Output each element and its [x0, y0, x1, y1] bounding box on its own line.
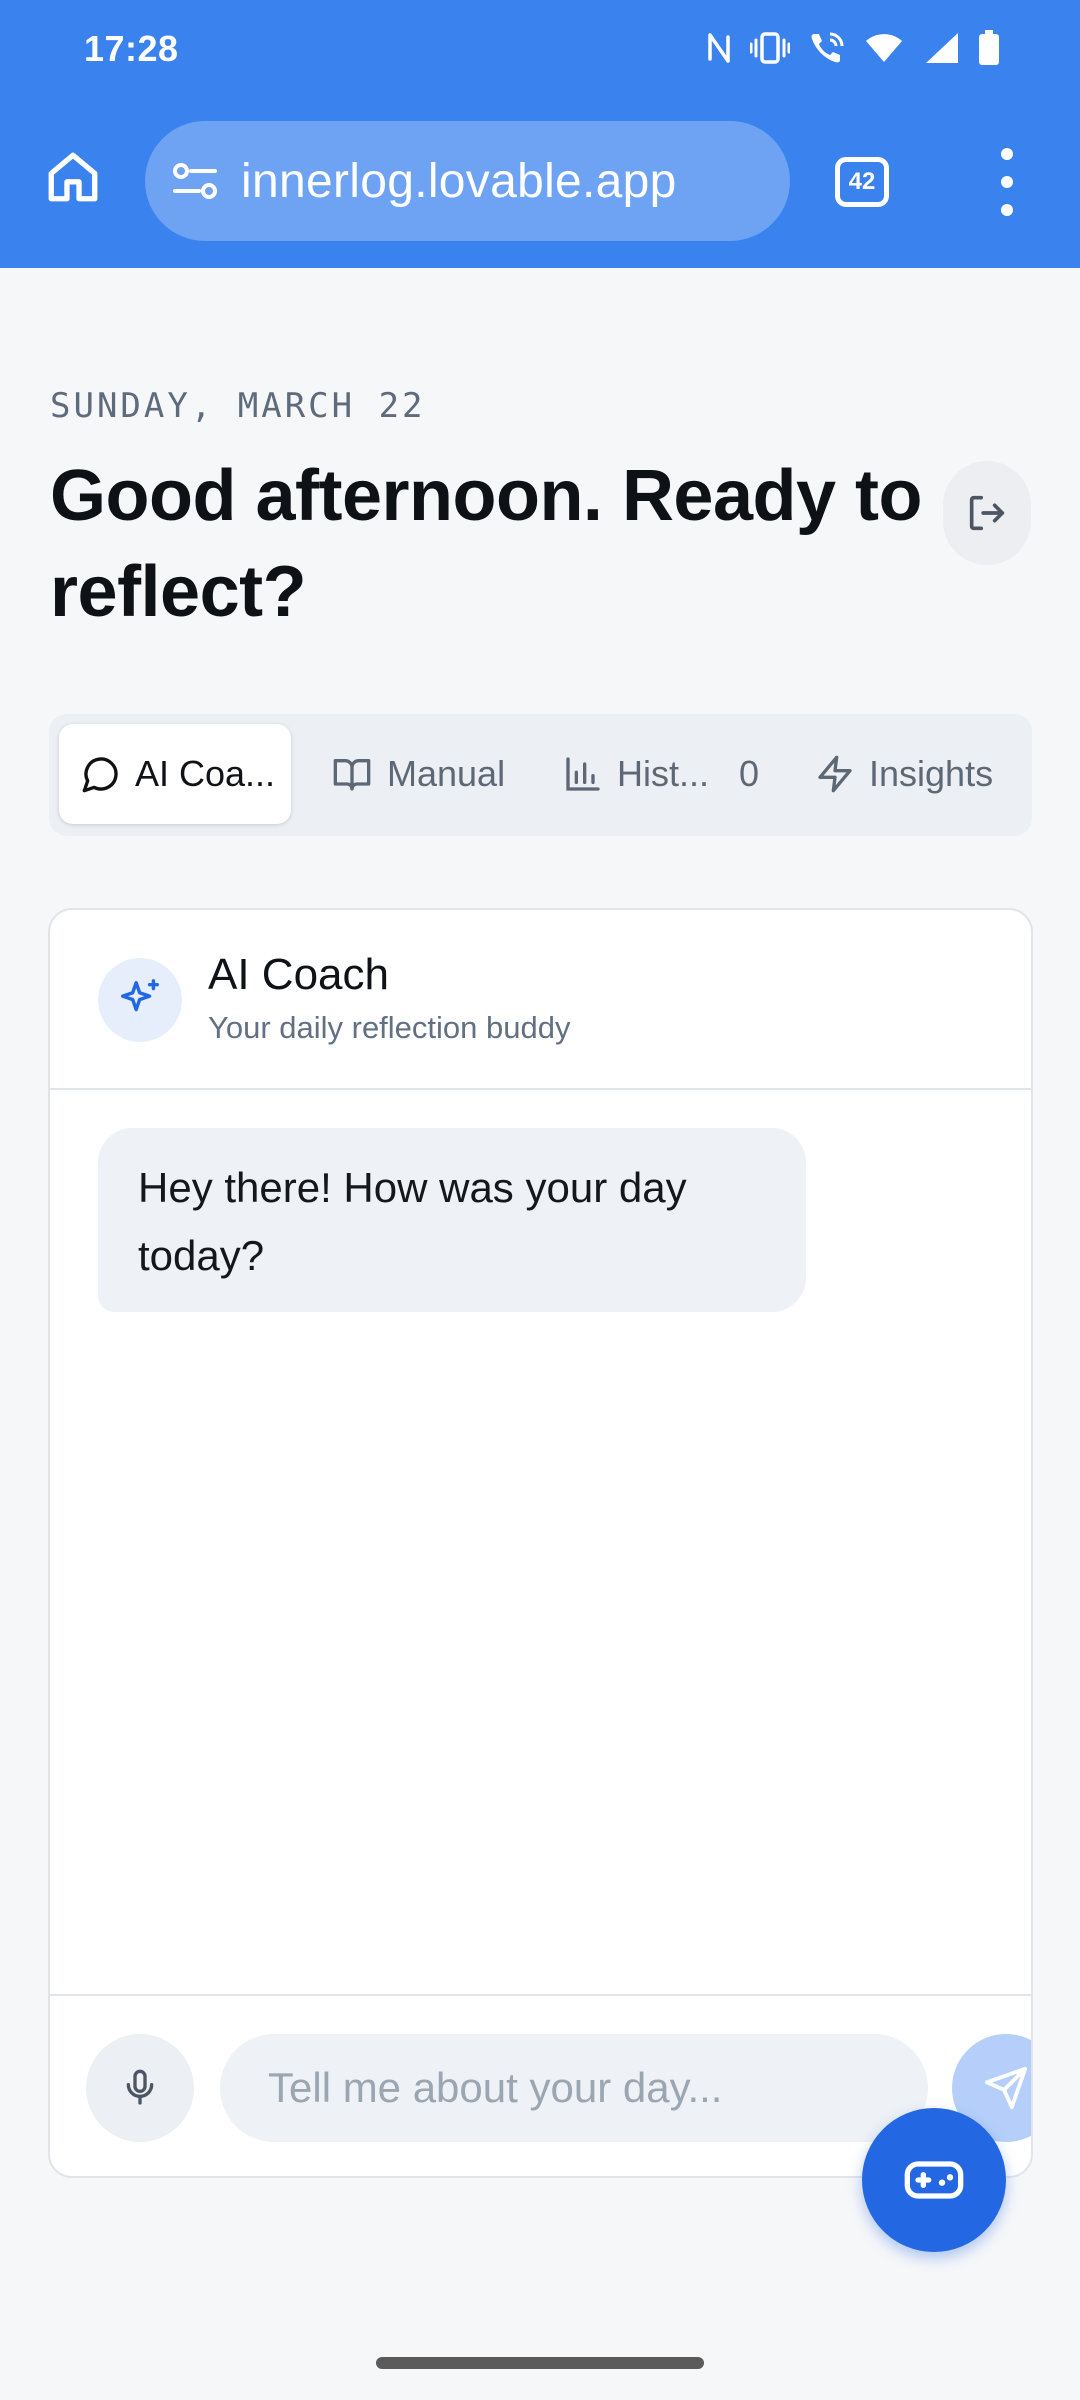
signal-icon	[922, 31, 960, 65]
coach-header: AI Coach Your daily reflection buddy	[50, 910, 1031, 1090]
status-time: 17:28	[84, 28, 179, 69]
tab-count: 42	[848, 168, 876, 195]
coach-subtitle: Your daily reflection buddy	[208, 1010, 571, 1045]
home-icon	[48, 152, 98, 202]
browser-home-button[interactable]	[38, 142, 108, 212]
tab-label: Insights	[869, 753, 994, 794]
zap-icon	[818, 755, 852, 793]
message-circle-icon	[82, 757, 118, 793]
tab-manual[interactable]: Manual	[331, 724, 505, 824]
book-open-icon	[333, 759, 371, 791]
tab-insights[interactable]: Insights	[815, 724, 993, 824]
browser-menu-button[interactable]	[990, 148, 1024, 216]
coach-avatar	[98, 958, 182, 1042]
sparkles-icon	[121, 979, 159, 1012]
message-input[interactable]	[220, 2034, 928, 2142]
site-settings-button[interactable]	[167, 153, 223, 209]
address-bar[interactable]: innerlog.lovable.app	[145, 121, 790, 241]
coach-title: AI Coach	[208, 950, 389, 999]
mode-tabs: AI Coa... Manual Hist... 0 Insights	[49, 714, 1032, 836]
url-text[interactable]: innerlog.lovable.app	[241, 154, 677, 209]
battery-icon	[978, 30, 1000, 66]
browser-chrome: 17:28 innerlog.lovable.app 42	[0, 0, 1080, 268]
mic-icon	[126, 2069, 154, 2105]
tab-label: AI Coa...	[135, 753, 276, 794]
tab-switcher-button[interactable]: 42	[835, 157, 889, 207]
coach-message-bubble: Hey there! How was your day today?	[98, 1128, 806, 1312]
gamepad-icon	[904, 2161, 964, 2199]
bar-chart-icon	[566, 757, 600, 791]
ai-coach-card: AI Coach Your daily reflection buddy Hey…	[48, 908, 1033, 2178]
send-icon	[984, 2066, 1028, 2110]
nfc-icon	[706, 31, 732, 65]
wifi-icon	[864, 31, 904, 65]
date-label: SUNDAY, MARCH 22	[50, 386, 426, 426]
page-title: Good afternoon. Ready to reflect?	[50, 456, 923, 632]
voice-input-button[interactable]	[86, 2034, 194, 2142]
gesture-home-indicator[interactable]	[376, 2357, 704, 2369]
more-vert-icon	[1001, 148, 1013, 160]
tab-history[interactable]: Hist... 0	[563, 724, 759, 824]
tab-label: Manual	[387, 753, 506, 794]
wifi-call-icon	[808, 30, 846, 66]
tab-ai-coach[interactable]: AI Coa...	[59, 724, 291, 824]
status-icons	[706, 30, 1000, 66]
game-fab-button[interactable]	[862, 2108, 1006, 2252]
tab-label: Hist...	[617, 753, 710, 794]
site-settings-icon	[173, 163, 217, 199]
status-bar: 17:28	[0, 0, 1080, 100]
history-count-badge: 0	[739, 753, 760, 794]
vibrate-icon	[750, 31, 790, 65]
logout-button[interactable]	[943, 461, 1031, 565]
log-out-icon	[969, 495, 1005, 531]
